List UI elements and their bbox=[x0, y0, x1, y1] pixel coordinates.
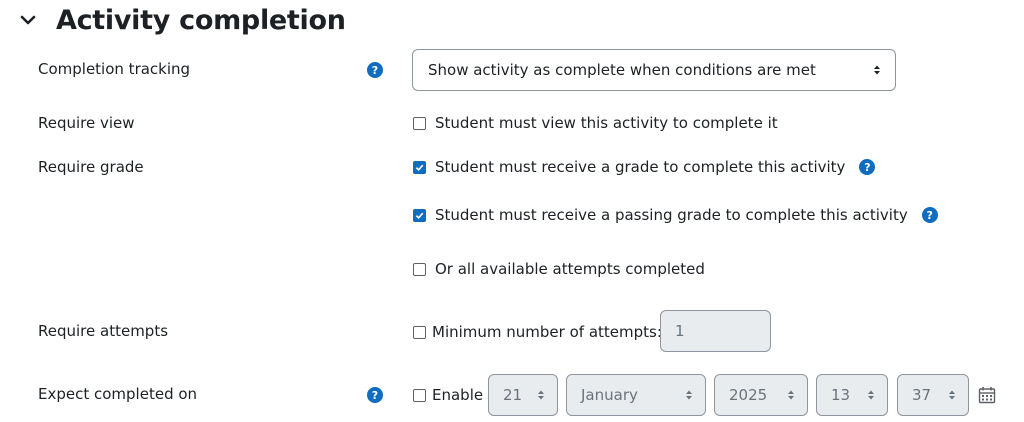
enable-label[interactable]: Enable bbox=[432, 386, 483, 404]
select-caret-icon bbox=[686, 390, 692, 400]
require-grade-label: Require grade bbox=[38, 158, 144, 176]
question-circle-icon[interactable]: ? bbox=[367, 387, 383, 403]
hour-value: 13 bbox=[831, 386, 851, 404]
require-view-row: Student must view this activity to compl… bbox=[413, 114, 778, 132]
select-caret-icon bbox=[788, 390, 794, 400]
require-grade-checkbox-label[interactable]: Student must receive a grade to complete… bbox=[435, 158, 845, 176]
select-caret-icon bbox=[538, 390, 544, 400]
select-caret-icon bbox=[949, 390, 955, 400]
min-attempts-value: 1 bbox=[675, 322, 685, 340]
attempts-completed-checkbox[interactable] bbox=[413, 262, 426, 276]
passing-grade-checkbox-label[interactable]: Student must receive a passing grade to … bbox=[435, 206, 908, 224]
require-attempts-row: Minimum number of attempts: bbox=[413, 323, 662, 341]
minute-value: 37 bbox=[912, 386, 932, 404]
require-view-checkbox[interactable] bbox=[413, 116, 426, 130]
min-attempts-checkbox-label[interactable]: Minimum number of attempts: bbox=[432, 323, 662, 341]
completion-tracking-selected: Show activity as complete when condition… bbox=[428, 61, 816, 79]
chevron-down-icon[interactable] bbox=[20, 12, 36, 28]
grade-option-row: Student must receive a grade to complete… bbox=[413, 158, 876, 176]
passing-grade-checkbox[interactable] bbox=[413, 208, 426, 222]
require-attempts-label: Require attempts bbox=[38, 322, 169, 340]
expect-completed-label: Expect completed on bbox=[38, 385, 198, 403]
expect-completed-enable-checkbox[interactable] bbox=[413, 388, 426, 402]
year-select[interactable]: 2025 bbox=[714, 374, 808, 416]
completion-tracking-select[interactable]: Show activity as complete when condition… bbox=[412, 49, 896, 91]
question-circle-icon[interactable]: ? bbox=[367, 62, 383, 78]
require-view-checkbox-label[interactable]: Student must view this activity to compl… bbox=[435, 114, 778, 132]
attempts-completed-checkbox-label[interactable]: Or all available attempts completed bbox=[435, 260, 705, 278]
section-header[interactable]: Activity completion bbox=[20, 0, 346, 40]
require-grade-checkbox[interactable] bbox=[413, 160, 426, 174]
min-attempts-input[interactable]: 1 bbox=[660, 310, 771, 352]
min-attempts-checkbox[interactable] bbox=[413, 325, 426, 339]
month-select[interactable]: January bbox=[566, 374, 706, 416]
minute-select[interactable]: 37 bbox=[897, 374, 969, 416]
expect-completed-enable-row: Enable bbox=[413, 386, 483, 404]
calendar-icon[interactable] bbox=[978, 386, 996, 404]
select-caret-icon bbox=[868, 390, 874, 400]
hour-select[interactable]: 13 bbox=[816, 374, 888, 416]
year-value: 2025 bbox=[729, 386, 768, 404]
passing-grade-option-row: Student must receive a passing grade to … bbox=[413, 206, 938, 224]
question-circle-icon[interactable]: ? bbox=[859, 159, 876, 175]
require-view-label: Require view bbox=[38, 114, 135, 132]
day-value: 21 bbox=[503, 386, 523, 404]
day-select[interactable]: 21 bbox=[488, 374, 558, 416]
select-caret-icon bbox=[874, 65, 880, 75]
question-circle-icon[interactable]: ? bbox=[921, 207, 938, 223]
month-value: January bbox=[581, 386, 638, 404]
section-title: Activity completion bbox=[56, 4, 346, 36]
completion-tracking-label: Completion tracking bbox=[38, 60, 191, 78]
attempts-completed-option-row: Or all available attempts completed bbox=[413, 260, 705, 278]
